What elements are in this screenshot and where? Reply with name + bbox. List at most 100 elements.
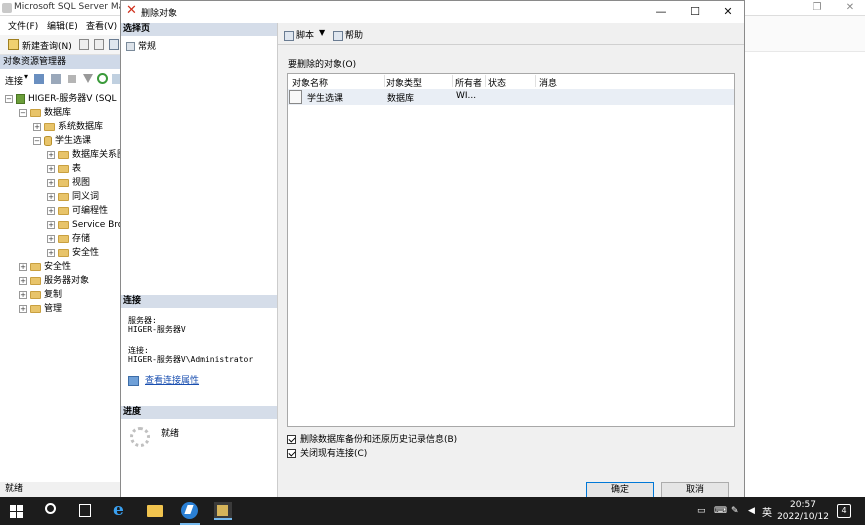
network-icon[interactable]: ▭ bbox=[697, 506, 706, 516]
tree-node-server-objects[interactable]: + 服务器对象 bbox=[19, 274, 89, 288]
folder-icon bbox=[58, 206, 69, 215]
tree-node-synonyms[interactable]: + 同义词 bbox=[47, 190, 99, 204]
view-connection-properties-link[interactable]: 查看连接属性 bbox=[128, 373, 199, 386]
tree-node-student-db[interactable]: − 学生选课 bbox=[33, 134, 91, 148]
tree-node-db-security[interactable]: + 安全性 bbox=[47, 246, 99, 260]
minimize-button[interactable]: — bbox=[644, 1, 678, 23]
chevron-down-icon[interactable]: ▾ bbox=[24, 72, 28, 81]
table-row[interactable]: 学生选课 数据库 WI... bbox=[288, 89, 734, 105]
tree-node-security[interactable]: + 安全性 bbox=[19, 260, 71, 274]
tree-node-service-broker[interactable]: +Service Brok bbox=[47, 218, 122, 232]
tree-node-system-databases[interactable]: + 系统数据库 bbox=[33, 120, 103, 134]
notification-center-icon[interactable]: 4 bbox=[837, 504, 851, 518]
folder-icon bbox=[58, 248, 69, 257]
ime-language[interactable]: 英 bbox=[762, 504, 772, 519]
menu-edit[interactable]: 编辑(E) bbox=[47, 19, 78, 32]
maximize-button[interactable]: ☐ bbox=[678, 1, 712, 23]
stop-icon[interactable] bbox=[68, 75, 76, 83]
column-header-object-name[interactable]: 对象名称 bbox=[292, 76, 328, 89]
collapse-icon: − bbox=[33, 136, 41, 145]
help-icon bbox=[333, 30, 343, 41]
volume-icon[interactable]: ◀ bbox=[748, 506, 755, 516]
keyboard-icon[interactable]: ⌨ bbox=[714, 506, 727, 516]
refresh-icon[interactable] bbox=[97, 73, 108, 84]
cell-owner: WI... bbox=[456, 91, 477, 101]
windows-start-icon[interactable] bbox=[10, 505, 23, 518]
row-selector[interactable] bbox=[289, 90, 302, 104]
expand-icon: + bbox=[19, 290, 27, 299]
taskbar: e ▭ ⌨ ✎ ◀ 英 20:57 2022/10/12 4 bbox=[0, 497, 865, 525]
file-icon[interactable] bbox=[79, 39, 89, 50]
taskbar-clock[interactable]: 20:57 2022/10/12 bbox=[773, 499, 833, 523]
tree-node-server[interactable]: − HIGER-服务器V (SQL S bbox=[5, 92, 122, 106]
dialog-left-pane: 选择页 常规 连接 服务器: HIGER-服务器V 连接: HIGER-服务器V… bbox=[121, 23, 278, 498]
properties-icon bbox=[128, 375, 139, 386]
page-general[interactable]: 常规 bbox=[126, 39, 156, 52]
new-query-button[interactable]: 新建查询(N) bbox=[22, 39, 72, 52]
ssms-restore-icon[interactable]: ❐ bbox=[805, 0, 829, 16]
clock-time: 20:57 bbox=[790, 500, 816, 510]
tree-node-storage[interactable]: + 存储 bbox=[47, 232, 90, 246]
db-query-icon[interactable] bbox=[109, 39, 119, 50]
expand-icon: + bbox=[47, 178, 55, 187]
cell-object-type: 数据库 bbox=[387, 94, 415, 104]
ssms-toolbar-right bbox=[745, 16, 865, 52]
tree-node-replication[interactable]: + 复制 bbox=[19, 288, 62, 302]
tree-node-databases[interactable]: − 数据库 bbox=[19, 106, 71, 120]
tools-taskbar-icon[interactable] bbox=[214, 502, 232, 520]
search-icon[interactable] bbox=[45, 503, 56, 514]
copy-icon[interactable] bbox=[94, 39, 104, 50]
column-separator bbox=[452, 75, 453, 87]
folder-icon bbox=[58, 234, 69, 243]
menu-file[interactable]: 文件(F) bbox=[8, 19, 38, 32]
folder-icon bbox=[58, 192, 69, 201]
script-icon bbox=[284, 30, 294, 41]
tree-node-tables[interactable]: + 表 bbox=[47, 162, 81, 176]
cell-object-name: 学生选课 bbox=[307, 94, 344, 104]
column-header-owner[interactable]: 所有者 bbox=[455, 76, 482, 89]
column-header-message[interactable]: 消息 bbox=[539, 76, 557, 89]
expand-icon: + bbox=[19, 304, 27, 313]
edge-browser-icon[interactable]: e bbox=[113, 502, 130, 519]
new-query-icon bbox=[8, 39, 19, 50]
oe-connect-button[interactable]: 连接 bbox=[5, 74, 23, 87]
tree-node-programmability[interactable]: + 可编程性 bbox=[47, 204, 108, 218]
database-icon bbox=[44, 135, 52, 146]
objects-grid: 对象名称 对象类型 所有者 状态 消息 学生选课 数据库 WI... bbox=[287, 73, 735, 427]
file-explorer-icon[interactable] bbox=[147, 505, 163, 517]
delete-backup-history-checkbox[interactable]: 删除数据库备份和还原历史记录信息(B) bbox=[287, 432, 457, 445]
expand-icon: + bbox=[47, 220, 55, 229]
folder-icon bbox=[58, 178, 69, 187]
script-button[interactable]: 脚本 bbox=[284, 28, 314, 41]
filter-icon[interactable] bbox=[83, 74, 93, 83]
close-connections-checkbox[interactable]: 关闭现有连接(C) bbox=[287, 446, 367, 459]
close-button[interactable]: ✕ bbox=[711, 1, 745, 23]
help-button[interactable]: 帮助 bbox=[333, 28, 363, 41]
server-icon bbox=[16, 93, 25, 104]
ssms-close-icon[interactable]: ✕ bbox=[838, 0, 862, 16]
disconnect-icon[interactable] bbox=[51, 74, 61, 84]
expand-icon: + bbox=[47, 248, 55, 257]
expand-icon: + bbox=[47, 150, 55, 159]
expand-icon: + bbox=[19, 262, 27, 271]
column-header-object-type[interactable]: 对象类型 bbox=[386, 76, 422, 89]
delete-icon: ✕ bbox=[126, 3, 137, 18]
ssms-taskbar-icon[interactable] bbox=[181, 502, 198, 519]
wrench-icon bbox=[126, 42, 135, 51]
folder-icon bbox=[30, 304, 41, 313]
connect-icon[interactable] bbox=[34, 74, 44, 84]
column-header-status[interactable]: 状态 bbox=[488, 76, 506, 89]
ssms-menu-bar: 文件(F) 编辑(E) 查看(V) bbox=[0, 16, 122, 34]
task-view-icon[interactable] bbox=[79, 504, 91, 517]
folder-icon bbox=[58, 220, 69, 229]
menu-view[interactable]: 查看(V) bbox=[86, 19, 117, 32]
tree-node-diagrams[interactable]: + 数据库关系图 bbox=[47, 148, 122, 162]
object-explorer-toolbar: 连接 ▾ bbox=[0, 71, 122, 87]
ssms-title: Microsoft SQL Server Mana bbox=[14, 2, 136, 12]
collapse-icon: − bbox=[19, 108, 27, 117]
clock-date: 2022/10/12 bbox=[777, 512, 829, 522]
tree-node-management[interactable]: + 管理 bbox=[19, 302, 62, 316]
ime-mode-icon[interactable]: ✎ bbox=[731, 506, 739, 516]
tree-node-views[interactable]: + 视图 bbox=[47, 176, 90, 190]
script-dropdown-icon[interactable]: ▼ bbox=[319, 28, 325, 37]
